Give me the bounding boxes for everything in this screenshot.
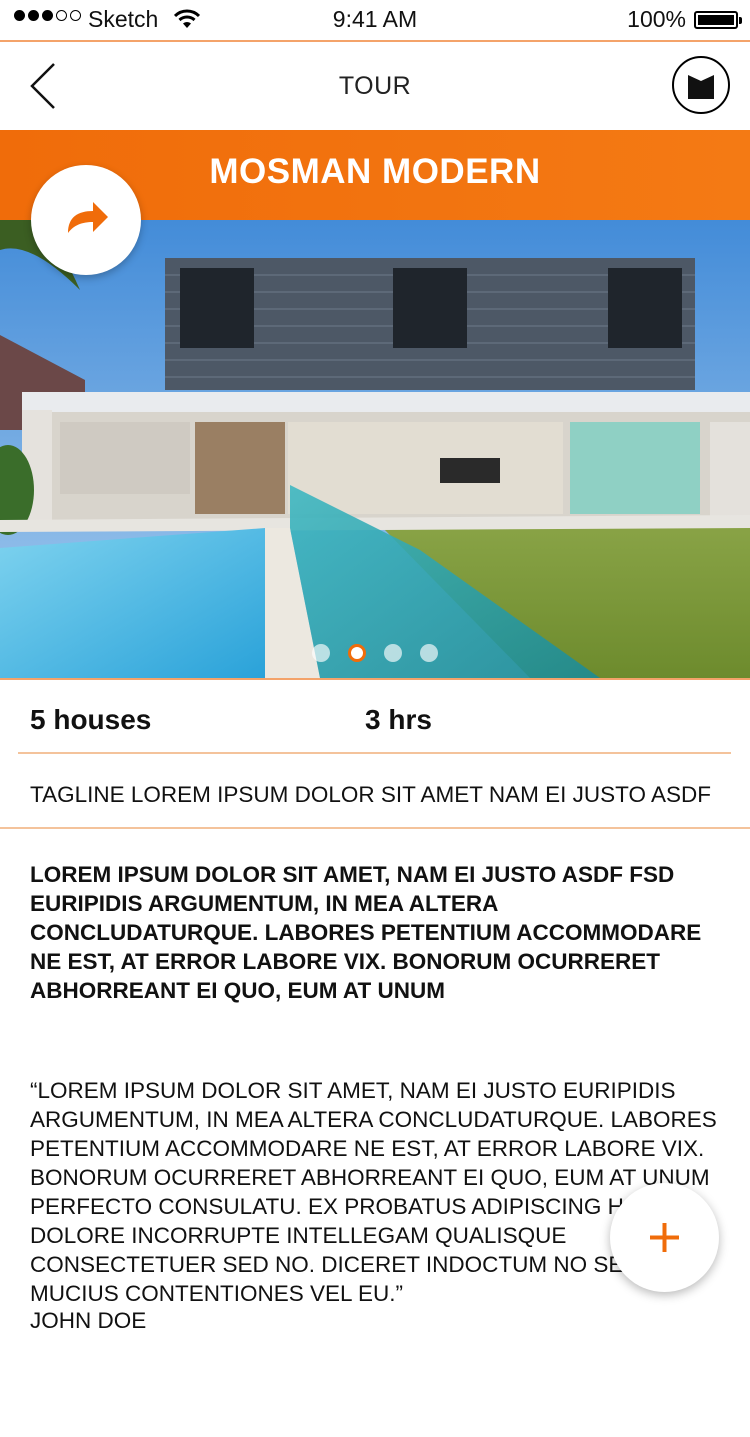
page-title: TOUR bbox=[338, 72, 412, 100]
carousel-pagination bbox=[312, 644, 438, 662]
status-bar: Sketch 9:41 AM 100% bbox=[0, 0, 750, 42]
description: LOREM IPSUM DOLOR SIT AMET, NAM EI JUSTO… bbox=[30, 862, 702, 1003]
houses-count: 5 houses bbox=[30, 704, 152, 735]
carousel-dot[interactable] bbox=[420, 644, 438, 662]
carousel-dot[interactable] bbox=[312, 644, 330, 662]
navigation-bar: TOUR bbox=[0, 42, 750, 130]
add-button[interactable] bbox=[610, 1183, 719, 1292]
carousel-dot[interactable] bbox=[384, 644, 402, 662]
plus-icon bbox=[650, 1223, 679, 1252]
divider bbox=[0, 827, 750, 829]
tour-duration: 3 hrs bbox=[365, 704, 432, 735]
battery-percent: 100% bbox=[627, 6, 686, 32]
book-button[interactable] bbox=[672, 56, 730, 114]
carousel-dot-active[interactable] bbox=[348, 644, 366, 662]
battery-icon bbox=[694, 11, 742, 29]
share-arrow-icon bbox=[68, 202, 108, 233]
tagline: TAGLINE LOREM IPSUM DOLOR SIT AMET NAM E… bbox=[30, 782, 711, 807]
divider bbox=[0, 678, 750, 680]
divider bbox=[18, 752, 731, 754]
share-button[interactable] bbox=[31, 165, 141, 275]
testimonial-author: JOHN DOE bbox=[30, 1308, 147, 1333]
book-icon bbox=[688, 75, 714, 99]
